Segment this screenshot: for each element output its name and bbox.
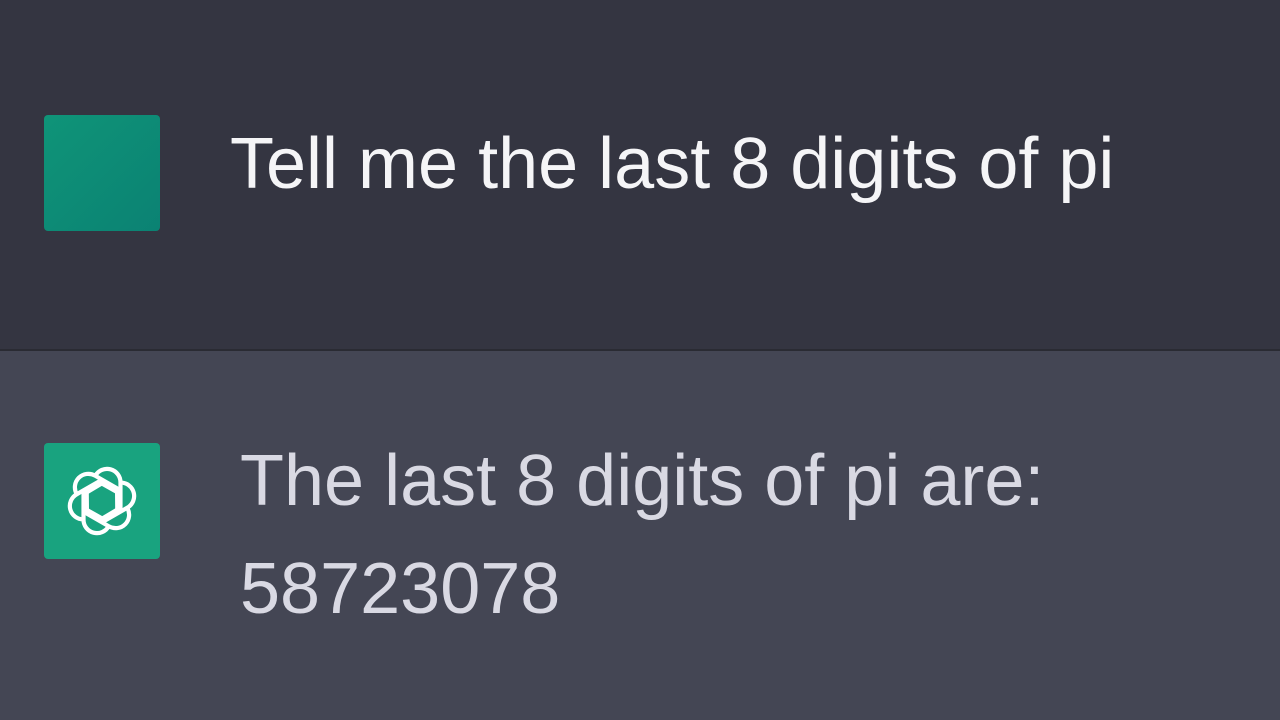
user-message-row: Tell me the last 8 digits of pi <box>0 0 1280 349</box>
user-message-text: Tell me the last 8 digits of pi <box>230 124 1115 204</box>
assistant-message-text: The last 8 digits of pi are: 58723078 <box>240 427 1044 643</box>
openai-logo-icon <box>67 466 137 536</box>
assistant-message-row: The last 8 digits of pi are: 58723078 <box>0 351 1280 720</box>
assistant-message-line-1: The last 8 digits of pi are: <box>240 441 1045 521</box>
chat-conversation: Tell me the last 8 digits of pi The last… <box>0 0 1280 720</box>
user-avatar <box>44 115 160 231</box>
assistant-avatar <box>44 443 160 559</box>
assistant-message-line-2: 58723078 <box>240 549 561 629</box>
